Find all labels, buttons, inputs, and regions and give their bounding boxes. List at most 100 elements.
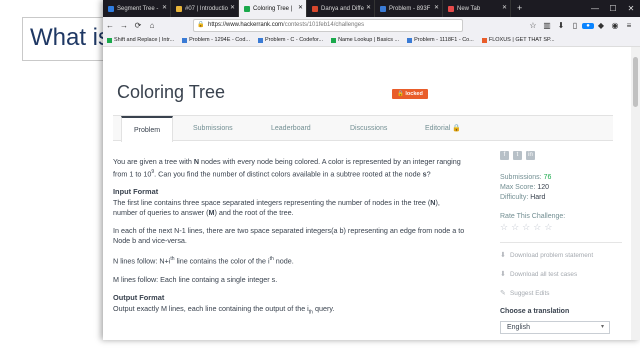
browser-tab[interactable]: Danya and Diffe ✕ bbox=[307, 0, 375, 17]
bookmark-favicon-icon bbox=[257, 37, 263, 43]
difficulty-stat: Difficulty: Hard bbox=[500, 194, 546, 201]
bookmark-favicon-icon bbox=[182, 37, 188, 43]
star-icon[interactable]: ☆ bbox=[544, 223, 552, 232]
tab-label: Segment Tree - bbox=[117, 5, 159, 12]
close-tab-icon[interactable]: ✕ bbox=[502, 4, 507, 11]
star-icon[interactable]: ☆ bbox=[511, 223, 519, 232]
pocket-icon[interactable]: ◆ bbox=[594, 21, 608, 30]
browser-tab-bar: Segment Tree - ✕ #07 | Introductio ✕ Col… bbox=[103, 0, 640, 17]
input-format-heading: Input Format bbox=[113, 187, 159, 197]
maximize-button[interactable]: ☐ bbox=[604, 0, 622, 17]
tab-problem[interactable]: Problem bbox=[121, 116, 174, 142]
download-icon: ⬇ bbox=[500, 271, 506, 278]
submissions-link[interactable]: 76 bbox=[544, 174, 552, 181]
url-path: /contests/101feb14/challenges bbox=[283, 22, 365, 28]
close-window-button[interactable]: ✕ bbox=[622, 0, 640, 17]
problem-tabs: Problem Submissions Leaderboard Discussi… bbox=[113, 115, 613, 142]
library-icon[interactable]: ▥ bbox=[540, 21, 554, 30]
input-format-line-2: In each of the next N-1 lines, there are… bbox=[113, 226, 465, 246]
url-main: https://www.hackerrank.com bbox=[208, 22, 284, 28]
browser-window: Segment Tree - ✕ #07 | Introductio ✕ Col… bbox=[103, 0, 640, 340]
page-title: Coloring Tree bbox=[117, 82, 226, 102]
favicon-icon bbox=[312, 5, 318, 12]
problem-intro: You are given a tree with N nodes with e… bbox=[113, 157, 461, 179]
browser-tab[interactable]: New Tab ✕ bbox=[443, 0, 511, 17]
bookmark-favicon-icon bbox=[481, 37, 487, 43]
input-format-line-4: M lines follow: Each line containg a sin… bbox=[113, 274, 278, 284]
input-format-line-3: N lines follow: N+ith line contains the … bbox=[113, 256, 294, 266]
twitter-icon[interactable]: t bbox=[513, 151, 522, 160]
rating-stars: ☆ ☆ ☆ ☆ ☆ bbox=[500, 223, 630, 232]
reload-button[interactable]: ⟳ bbox=[131, 21, 145, 30]
output-format-line: Output exactly M lines, each line contai… bbox=[113, 303, 335, 316]
account-icon[interactable]: ◉ bbox=[608, 21, 622, 30]
sidebar-icon[interactable]: ▯ bbox=[568, 21, 582, 30]
forward-button[interactable]: → bbox=[117, 21, 131, 30]
input-format-line-1: The first line contains three space sepa… bbox=[113, 198, 440, 218]
tab-label: #07 | Introductio bbox=[185, 5, 228, 12]
favicon-icon bbox=[448, 5, 454, 12]
close-tab-icon[interactable]: ✕ bbox=[298, 4, 303, 11]
bookmarks-bar: Shift and Replace | Intr... Problem - 12… bbox=[103, 34, 640, 47]
favicon-icon bbox=[244, 5, 250, 12]
bookmark-star-icon[interactable]: ☆ bbox=[526, 21, 540, 30]
close-tab-icon[interactable]: ✕ bbox=[162, 4, 167, 11]
linkedin-icon[interactable]: in bbox=[526, 151, 535, 160]
scrollbar-thumb[interactable] bbox=[633, 57, 638, 107]
bookmark-item[interactable]: Shift and Replace | Intr... bbox=[107, 37, 174, 43]
tab-editorial[interactable]: Editorial 🔒 bbox=[425, 116, 461, 141]
download-icon: ⬇ bbox=[500, 252, 506, 259]
star-icon[interactable]: ☆ bbox=[500, 223, 508, 232]
divider bbox=[500, 242, 622, 243]
browser-tab[interactable]: Problem - 893F ✕ bbox=[375, 0, 443, 17]
close-tab-icon[interactable]: ✕ bbox=[230, 4, 235, 11]
close-tab-icon[interactable]: ✕ bbox=[366, 4, 371, 11]
page-content: Coloring Tree 🔒 locked Problem Submissio… bbox=[103, 47, 631, 340]
favicon-icon bbox=[380, 5, 386, 12]
bookmark-item[interactable]: Name Lookup | Basics ... bbox=[331, 37, 399, 43]
bookmark-favicon-icon bbox=[407, 37, 413, 43]
close-tab-icon[interactable]: ✕ bbox=[434, 4, 439, 11]
facebook-icon[interactable]: f bbox=[500, 151, 509, 160]
tab-discussions[interactable]: Discussions bbox=[350, 116, 387, 141]
browser-tab-active[interactable]: Coloring Tree | ✕ bbox=[239, 0, 307, 17]
problem-statement: You are given a tree with N nodes with e… bbox=[113, 157, 465, 325]
translation-label: Choose a translation bbox=[500, 308, 570, 315]
address-bar[interactable]: 🔒 https://www.hackerrank.com/contests/10… bbox=[193, 19, 463, 32]
favicon-icon bbox=[108, 5, 114, 12]
bookmark-item[interactable]: Problem - 1294E - Cod... bbox=[182, 37, 250, 43]
download-statement-link[interactable]: ⬇ Download problem statement bbox=[500, 251, 630, 260]
tab-leaderboard[interactable]: Leaderboard bbox=[271, 116, 311, 141]
bookmark-favicon-icon bbox=[107, 37, 112, 43]
bookmark-item[interactable]: Problem - C - Codefor... bbox=[257, 37, 323, 43]
back-button[interactable]: ← bbox=[103, 21, 117, 30]
star-icon[interactable]: ☆ bbox=[522, 223, 530, 232]
new-tab-button[interactable]: + bbox=[511, 0, 528, 17]
tab-label: Danya and Diffe bbox=[321, 5, 364, 12]
submissions-stat: Submissions: 76 bbox=[500, 174, 552, 181]
extension-icon[interactable]: ● bbox=[582, 22, 594, 29]
menu-icon[interactable]: ≡ bbox=[622, 21, 636, 30]
tab-label: New Tab bbox=[457, 5, 481, 12]
lock-icon: 🔒 bbox=[197, 22, 205, 28]
star-icon[interactable]: ☆ bbox=[533, 223, 541, 232]
bookmark-item[interactable]: FLOXUS | GET THAT SP... bbox=[481, 37, 555, 43]
navigation-bar: ← → ⟳ ⌂ 🔒 https://www.hackerrank.com/con… bbox=[103, 17, 640, 34]
browser-tab[interactable]: Segment Tree - ✕ bbox=[103, 0, 171, 17]
browser-tab[interactable]: #07 | Introductio ✕ bbox=[171, 0, 239, 17]
slide-title: What is bbox=[30, 24, 111, 51]
toolbar-icons: ☆ ▥ ⬇ ▯ ● ◆ ◉ ≡ bbox=[526, 17, 636, 34]
suggest-edits-link[interactable]: ✎ Suggest Edits bbox=[500, 289, 630, 298]
minimize-button[interactable]: — bbox=[586, 0, 604, 17]
bookmark-item[interactable]: Problem - 1118F1 - Co... bbox=[407, 37, 474, 43]
tab-submissions[interactable]: Submissions bbox=[193, 116, 233, 141]
share-icons: f t in bbox=[500, 151, 630, 160]
challenge-sidebar: f t in Submissions: 76 Max Score: 120 Di… bbox=[500, 151, 630, 334]
download-icon[interactable]: ⬇ bbox=[554, 21, 568, 30]
favicon-icon bbox=[176, 5, 182, 12]
translation-select[interactable]: English ▾ bbox=[500, 321, 610, 334]
page-scrollbar[interactable] bbox=[631, 47, 640, 340]
rate-label: Rate This Challenge: bbox=[500, 213, 566, 220]
home-icon[interactable]: ⌂ bbox=[145, 21, 159, 30]
download-tests-link[interactable]: ⬇ Download all test cases bbox=[500, 270, 630, 279]
